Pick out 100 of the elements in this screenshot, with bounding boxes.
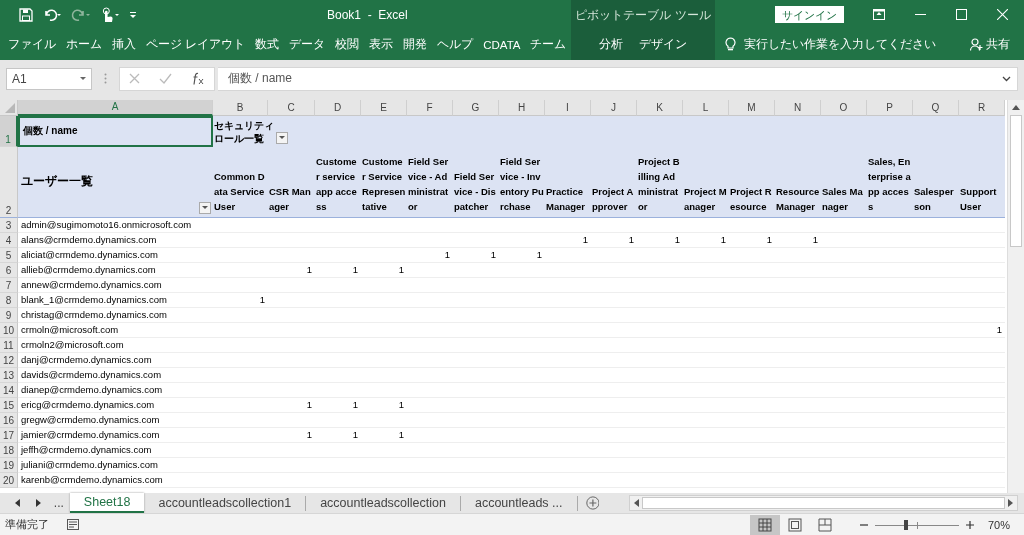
filter-button[interactable] [276,131,288,144]
column-field-label: セキュリティロール一覧 [214,118,275,145]
ribbon-tab[interactable]: 表示 [364,29,399,60]
ribbon-tab[interactable]: ページ レイアウト [141,29,251,60]
sign-in-button[interactable]: サインイン [775,6,844,24]
column-header[interactable]: J [591,99,637,116]
zoom-in-icon[interactable] [965,520,974,529]
table-cell: 1 [352,264,358,276]
expand-icon[interactable] [1002,75,1011,82]
ribbon-tab[interactable]: チーム [525,29,572,60]
column-header[interactable]: G [453,99,499,116]
table-cell: jamier@crmdemo.dynamics.com [21,429,160,441]
scroll-up-icon[interactable] [1012,104,1020,110]
column-header[interactable]: O [821,99,867,116]
table-cell: crmoln@microsoft.com [21,324,119,336]
scroll-right-icon[interactable] [1008,499,1013,508]
table-cell: 1 [628,234,634,246]
touch-mode-icon[interactable] [100,6,120,23]
ribbon-tab[interactable]: 校閲 [330,29,365,60]
name-box[interactable]: A1 [6,67,92,90]
table-cell: juliani@crmdemo.dynamics.com [21,459,158,471]
next-sheet-icon[interactable] [35,499,42,508]
row-header[interactable]: 1 [0,115,18,147]
column-heading: Field Service - Inventory Purchase [500,154,544,214]
close-icon[interactable] [997,9,1008,21]
column-header[interactable]: M [729,99,775,116]
sheet-tab[interactable]: accountleads ... [460,495,578,511]
column-header[interactable]: K [637,99,683,116]
table-cell: blank_1@crmdemo.dynamics.com [21,294,167,306]
zoom-slider[interactable] [874,518,959,531]
scrollbar-thumb[interactable] [1010,114,1022,247]
table-cell: ericg@crmdemo.dynamics.com [21,399,155,411]
column-header[interactable]: P [867,99,913,116]
save-icon[interactable] [19,7,33,22]
table-cell: 個数 / name [18,115,213,147]
column-header[interactable]: L [683,99,729,116]
undo-icon[interactable] [42,7,62,22]
column-header[interactable]: D [315,99,361,116]
table-cell: 1 [306,399,312,411]
table-cell: jeffh@crmdemo.dynamics.com [21,444,152,456]
previous-sheet-icon[interactable] [15,499,21,508]
table-cell: 1 [352,399,358,411]
redo-icon[interactable] [71,7,91,22]
scroll-left-icon[interactable] [634,499,640,508]
filter-button[interactable] [199,201,211,214]
column-header[interactable]: E [361,99,407,116]
column-header[interactable]: H [499,99,545,116]
person-add-icon [970,38,983,52]
table-cell: 1 [536,249,542,261]
table-cell: 1 [582,234,588,246]
table-cell: alans@crmdemo.dynamics.com [21,234,157,246]
table-cell: 1 [398,264,404,276]
column-header[interactable]: F [407,99,453,116]
maximize-icon[interactable] [956,9,967,21]
row-header[interactable]: 2 [0,146,18,218]
vertical-scrollbar[interactable] [1007,99,1024,494]
customize-icon[interactable] [129,9,137,20]
horizontal-scrollbar[interactable] [629,495,1018,512]
column-heading: Salesperson [914,184,955,214]
table-cell: 1 [259,294,265,306]
column-header[interactable]: B [213,99,268,116]
insert-function-icon[interactable] [190,72,205,86]
more-sheets-button[interactable]: ... [53,496,64,511]
scrollbar-thumb[interactable] [642,497,1005,510]
column-heading: Common Data Service User [214,169,266,214]
column-header[interactable]: Q [913,99,959,116]
column-header[interactable]: A [18,99,213,116]
ribbon-tab[interactable]: 開発 [398,29,433,60]
table-cell: 1 [398,429,404,441]
ribbon-tab[interactable]: ホーム [61,29,107,60]
formula-field[interactable]: 個数 / name [218,66,1018,91]
tell-me-field[interactable]: 実行したい作業を入力してください [743,37,936,53]
macro-record-icon[interactable] [67,519,79,531]
sheet-tab[interactable]: accountleadscollection [306,495,461,511]
ribbon-display-icon[interactable] [873,9,885,21]
column-heading: Project Billing Administrator [638,154,681,214]
table-cell: aliciat@crmdemo.dynamics.com [21,249,158,261]
column-header[interactable]: C [268,99,315,116]
caret-icon [80,76,86,81]
column-header[interactable]: R [959,99,1005,116]
table-cell: 1 [490,249,496,261]
ribbon-tab[interactable]: ファイル [3,29,61,60]
zoom-slider-thumb[interactable] [904,519,909,530]
column-heading: Project Approver [592,184,635,214]
ribbon-tab[interactable]: 挿入 [107,29,141,60]
sheet-tab[interactable]: Sheet18 [69,493,145,514]
column-header[interactable]: N [775,99,821,116]
ribbon-tab[interactable]: データ [284,29,331,60]
normal-view-icon[interactable] [749,514,780,535]
column-header[interactable]: I [545,99,591,116]
ribbon-tab[interactable]: CDATA [478,29,526,60]
ribbon-tab[interactable]: ヘルプ [432,29,479,60]
share-button[interactable]: 共有 [964,36,1016,54]
column-heading: Customer Service Representative [362,154,406,214]
sheet-tab[interactable]: accountleadscollection1 [144,495,307,511]
add-sheet-icon[interactable] [585,496,600,511]
column-heading: Support User [960,184,998,214]
ribbon-tab[interactable]: 数式 [250,29,285,60]
zoom-level[interactable]: 70% [987,518,1010,531]
table-cell: 1 [996,324,1002,336]
